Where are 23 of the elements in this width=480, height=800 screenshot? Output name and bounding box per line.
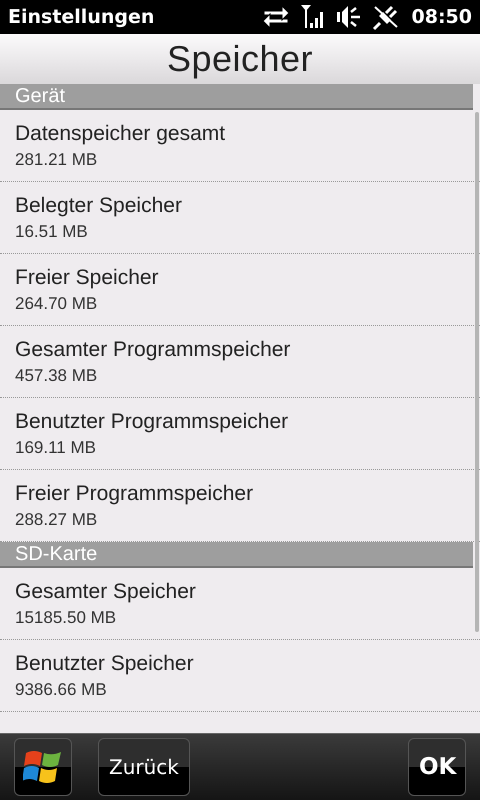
- windows-flag-icon: [23, 748, 63, 786]
- start-button[interactable]: [14, 738, 72, 796]
- clock-time: 08:50: [412, 6, 472, 28]
- back-button[interactable]: Zurück: [98, 738, 190, 796]
- section-header: Gerät: [0, 84, 473, 110]
- item-value: 457.38 MB: [15, 366, 98, 386]
- section-header: SD-Karte: [0, 542, 473, 568]
- scrollbar[interactable]: [475, 112, 479, 632]
- item-value: 288.27 MB: [15, 510, 98, 530]
- item-value: 9386.66 MB: [15, 680, 107, 700]
- list-item[interactable]: Benutzter Speicher 9386.66 MB: [0, 640, 480, 712]
- speaker-icon: [336, 4, 362, 30]
- plug-icon: [372, 3, 400, 31]
- item-value: 169.11 MB: [15, 438, 96, 458]
- ok-button[interactable]: OK: [408, 738, 466, 796]
- item-value: 281.21 MB: [15, 150, 98, 170]
- signal-icon: [300, 4, 326, 30]
- data-transfer-icon: [262, 4, 290, 30]
- item-value: 264.70 MB: [15, 294, 98, 314]
- app-title: Einstellungen: [8, 6, 156, 28]
- item-value: 15185.50 MB: [15, 608, 116, 628]
- item-value: 16.51 MB: [15, 222, 88, 242]
- page-title: Speicher: [166, 38, 314, 80]
